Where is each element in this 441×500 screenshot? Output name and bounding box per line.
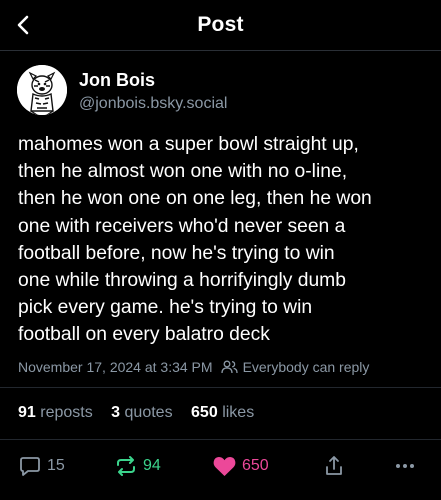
post-line: mahomes won a super bowl straight up, bbox=[18, 134, 359, 155]
cartoon-avatar-icon bbox=[17, 65, 67, 115]
repost-button[interactable]: 94 bbox=[115, 452, 161, 480]
post-line: pick every game. he's trying to win bbox=[18, 297, 313, 319]
reply-icon bbox=[20, 457, 40, 476]
post-line: one with receivers who'd never seen a bbox=[18, 215, 346, 237]
likes-stat[interactable]: 650 likes bbox=[191, 404, 254, 421]
engagement-stats: 91 reposts 3 quotes 650 likes bbox=[18, 404, 268, 422]
share-button[interactable] bbox=[323, 452, 345, 480]
more-horizontal-icon bbox=[396, 464, 414, 468]
post-meta: November 17, 2024 at 3:34 PM Everybody c… bbox=[18, 359, 438, 375]
post-body: mahomes won a super bowl straight up, th… bbox=[18, 131, 428, 349]
action-bar: 15 94 650 bbox=[0, 452, 441, 482]
divider bbox=[0, 439, 441, 440]
repost-count: 94 bbox=[143, 457, 161, 474]
like-count: 650 bbox=[242, 457, 269, 474]
repost-icon bbox=[117, 456, 135, 476]
post-line: then he won one on one leg, then he won bbox=[18, 188, 372, 210]
post-line: then he almost won one with no o-line, bbox=[18, 161, 348, 183]
post-line: one while throwing a horrifyingly dumb bbox=[18, 270, 346, 292]
people-icon bbox=[220, 360, 238, 374]
like-button[interactable]: 650 bbox=[213, 452, 269, 480]
more-button[interactable] bbox=[394, 452, 416, 480]
reposts-stat[interactable]: 91 reposts bbox=[18, 404, 93, 421]
reply-button[interactable]: 15 bbox=[19, 452, 65, 480]
post-line: football on every balatro deck bbox=[18, 324, 270, 346]
author-handle[interactable]: @jonbois.bsky.social bbox=[79, 95, 227, 113]
quotes-stat[interactable]: 3 quotes bbox=[111, 404, 172, 421]
reply-count: 15 bbox=[47, 457, 65, 474]
page-title: Post bbox=[197, 13, 244, 36]
divider bbox=[0, 387, 441, 388]
share-icon bbox=[326, 456, 342, 475]
heart-icon bbox=[213, 456, 236, 476]
avatar[interactable] bbox=[17, 65, 67, 115]
author-name[interactable]: Jon Bois bbox=[79, 70, 155, 91]
post-line: football before, now he's trying to win bbox=[18, 242, 335, 264]
top-bar: Post bbox=[0, 0, 441, 51]
post-timestamp: November 17, 2024 at 3:34 PM bbox=[18, 359, 213, 375]
reply-setting[interactable]: Everybody can reply bbox=[243, 359, 370, 375]
